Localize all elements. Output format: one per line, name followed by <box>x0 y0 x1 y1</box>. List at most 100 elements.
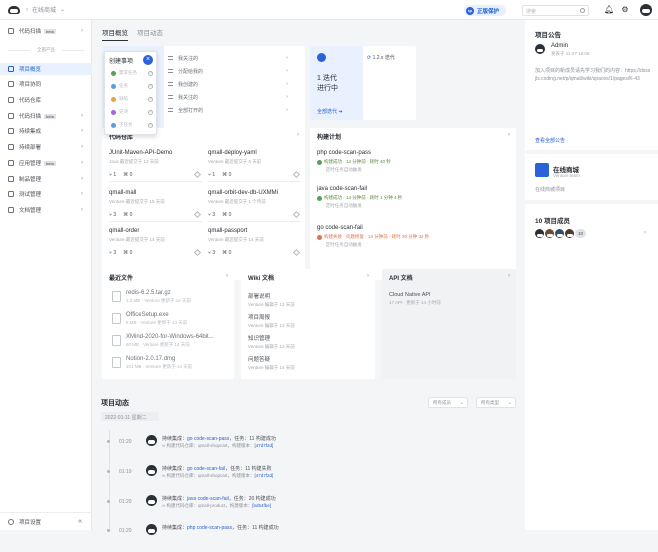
build-item[interactable]: java code-scan-fail 构建成功 · 14 分钟前 · 耗时 1… <box>317 186 407 216</box>
repo-name[interactable]: qmall-orbit-dev-db-UXMMi <box>208 190 278 196</box>
help-icon[interactable]: ? <box>148 96 153 102</box>
all-notices-link[interactable]: 查看全部公告 <box>535 137 565 144</box>
member-filter-select[interactable]: 所有成员 ⌄ <box>428 397 468 408</box>
tab-overview[interactable]: 项目概览 <box>102 27 128 41</box>
repo-name[interactable]: qmall-passport <box>208 228 247 234</box>
commit-link[interactable]: [bd54fbe] <box>252 503 271 508</box>
todo-row[interactable]: 我关注的 › <box>168 91 288 103</box>
file-name: XMind-2020-for-Windows-64bit... <box>126 334 214 340</box>
chevron-down-icon[interactable]: ⌄ <box>60 6 65 13</box>
brand-protect-button[interactable]: tp 正版保护 <box>464 5 506 16</box>
sidebar-item-overview[interactable]: 项目概览 <box>0 63 92 75</box>
search-input[interactable]: 搜索 <box>522 5 589 16</box>
repo-item[interactable]: qmall-mall Venture 最近提交于 15 天前 ⑂ 3 ⌘ 0 <box>109 190 202 226</box>
event-time: 01:20 <box>119 499 132 505</box>
help-icon[interactable]: ? <box>148 83 153 89</box>
help-icon[interactable]: ? <box>148 122 153 128</box>
wiki-card-title: Wiki 文档 <box>248 276 274 282</box>
avatar[interactable] <box>565 229 574 238</box>
avatar[interactable] <box>146 465 157 476</box>
wiki-item[interactable]: 知识管理 Venture 编辑于 13 天前 <box>248 334 348 350</box>
sidebar-item-repo[interactable]: 代码仓库 <box>0 94 92 106</box>
all-iterations-link[interactable]: 全部迭代 ➔ <box>317 108 343 115</box>
sidebar-item-ci[interactable]: 持续集成 › <box>0 125 92 137</box>
avatar[interactable] <box>545 229 554 238</box>
commit-link[interactable]: [47d7f2d] <box>254 443 273 448</box>
commit-link[interactable]: [47d7f2d] <box>254 473 273 478</box>
file-item[interactable]: redis-6.2.5.tar.gz 2.3 MB · Venture 更新于 1… <box>112 290 227 314</box>
chevron-right-icon[interactable]: › <box>367 273 369 279</box>
project-switcher[interactable]: 在线商城 <box>32 5 56 14</box>
wiki-item[interactable]: 问题答疑 Venture 编辑于 14 天前 <box>248 355 348 371</box>
sidebar-item-testing[interactable]: 测试管理 › <box>0 188 92 200</box>
event-link[interactable]: go code-scan-fail <box>187 466 225 472</box>
chevron-right-icon[interactable]: › <box>226 273 228 279</box>
bell-icon[interactable]: 🔔︎ <box>604 6 614 14</box>
api-item[interactable]: Cloud Native API 17 API · 更新于 14 小时前 <box>389 292 489 306</box>
chevron-right-icon[interactable]: › <box>508 132 510 138</box>
sidebar-item-cd[interactable]: 持续部署 › <box>0 141 92 153</box>
repo-name[interactable]: qmall-order <box>109 228 139 234</box>
sidebar-item-collab[interactable]: 项目协同 <box>0 78 92 90</box>
event-text: 持续集成：go code-scan-pass，任务：11 构建成功 <box>162 435 276 442</box>
create-defect-item[interactable]: 缺陷? <box>111 94 155 104</box>
wiki-name: 部署说明 <box>248 294 271 300</box>
avatar[interactable] <box>535 229 544 238</box>
tab-activity[interactable]: 项目动态 <box>137 27 163 41</box>
create-task-item[interactable]: 任务? <box>111 81 155 91</box>
todo-row[interactable]: 全部打开的 › <box>168 104 288 116</box>
sidebar-item-code-scan[interactable]: 代码扫描 beta › <box>0 110 92 122</box>
avatar[interactable] <box>146 435 157 446</box>
build-item[interactable]: go code-scan-fail 构建失败 · 问题修复 · 14 分钟前 ·… <box>317 225 507 255</box>
logo-icon[interactable] <box>8 5 20 15</box>
build-item[interactable]: php code-scan-pass 构建成功 · 14 分钟前 · 耗时 40… <box>317 150 407 180</box>
todo-row[interactable]: 我关注的 › <box>168 52 288 64</box>
repo-name[interactable]: JUnit-Maven-API-Demo <box>109 150 172 156</box>
gear-icon[interactable]: ⚙ <box>621 6 629 14</box>
chevron-right-icon[interactable]: › <box>508 273 510 279</box>
repo-item[interactable]: JUnit-Maven-API-Demo Java 最近提交于 13 天前 ⑂ 1 ⌘… <box>109 150 202 186</box>
iteration-item[interactable]: ⟳ 1.2.x 迭代 <box>367 54 395 61</box>
file-item[interactable]: XMind-2020-for-Windows-64bit... 60 MB · V… <box>112 334 227 358</box>
todo-row[interactable]: 分配给我的 › <box>168 65 288 77</box>
event-link[interactable]: go code-scan-pass <box>187 436 229 442</box>
create-epic-item[interactable]: 史诗? <box>111 107 155 117</box>
build-name[interactable]: php code-scan-pass <box>317 150 407 156</box>
sidebar-item-settings[interactable]: 项目设置 « <box>0 512 92 530</box>
repo-name[interactable]: qmall-mall <box>109 190 136 196</box>
wiki-item[interactable]: 项目周报 Venture 编辑于 13 天前 <box>248 313 348 329</box>
event-link[interactable]: php code-scan-pass <box>187 525 232 531</box>
sidebar-item-apps[interactable]: 应用管理 beta › <box>0 157 92 169</box>
avatar[interactable] <box>555 229 564 238</box>
repo-name[interactable]: qmall-deploy-yaml <box>208 150 257 156</box>
build-name[interactable]: go code-scan-fail <box>317 225 507 231</box>
avatar[interactable] <box>146 495 157 506</box>
repo-item[interactable]: qmall-order Venture 最近提交于 14 天前 ⑂ 3 ⌘ 0 <box>109 228 202 264</box>
sidebar-item-docs[interactable]: 文档管理 › <box>0 204 92 216</box>
todo-row[interactable]: 我创建的 › <box>168 78 288 90</box>
type-filter-select[interactable]: 所有类型 ⌄ <box>476 397 516 408</box>
branch-count: 1 <box>113 172 117 178</box>
help-icon[interactable]: ? <box>148 70 153 76</box>
create-requirement-item[interactable]: 需求任务? <box>111 68 155 78</box>
member-count-badge[interactable]: 10 <box>575 229 586 238</box>
chevron-right-icon[interactable]: › <box>644 230 646 236</box>
file-meta: 2.3 MB · Venture 更新于 14 天前 <box>126 298 192 303</box>
collapse-sidebar-icon[interactable]: « <box>78 518 82 525</box>
wiki-item[interactable]: 部署说明 Venture 编辑于 13 天前 <box>248 292 348 308</box>
chevron-right-icon[interactable]: › <box>297 132 299 138</box>
sidebar-item-artifacts[interactable]: 制品管理 › <box>0 173 92 185</box>
repo-item[interactable]: qmall-orbit-dev-db-UXMMi Venture 最近提交于 1 … <box>208 190 301 226</box>
user-avatar[interactable] <box>640 4 652 16</box>
admin-avatar[interactable] <box>535 44 545 54</box>
create-subtask-item[interactable]: 子任务? <box>111 120 155 130</box>
build-name[interactable]: java code-scan-fail <box>317 186 407 192</box>
repo-item[interactable]: qmall-deploy-yaml Venture 最近提交于 6 天前 ⑂ 1 ⌘ … <box>208 150 301 186</box>
sidebar-item-code-scan-top[interactable]: 代码扫描 beta › <box>0 25 92 37</box>
file-item[interactable]: OfficeSetup.exe 6 MB · Venture 更新于 14 天前 <box>112 312 227 336</box>
event-link[interactable]: java code-scan-fail <box>187 496 229 502</box>
file-item[interactable]: Notion-2.0.17.dmg 101 MB · Venture 更新于 14… <box>112 356 227 380</box>
close-icon[interactable]: × <box>143 55 153 65</box>
repo-item[interactable]: qmall-passport Venture 最近提交于 14 天前 ⑂ 3 ⌘ 0 <box>208 228 301 264</box>
help-icon[interactable]: ? <box>148 109 153 115</box>
